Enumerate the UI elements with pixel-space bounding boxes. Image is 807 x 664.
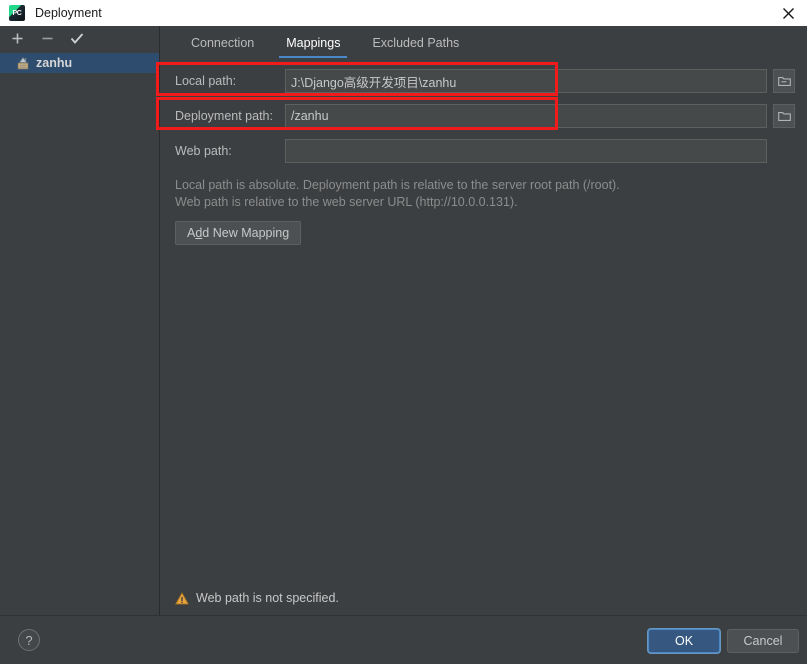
tab-mappings[interactable]: Mappings bbox=[270, 27, 356, 58]
set-default-server-button[interactable] bbox=[69, 30, 85, 46]
warning-triangle-icon bbox=[175, 591, 189, 604]
deployment-path-input[interactable]: /zanhu bbox=[285, 104, 767, 128]
pycharm-icon-text: PC bbox=[12, 9, 22, 17]
add-mapping-mnemonic: d bbox=[195, 226, 203, 240]
close-button[interactable] bbox=[770, 0, 807, 26]
folder-icon bbox=[777, 111, 791, 121]
sidebar-toolbar bbox=[0, 26, 159, 50]
server-list: zanhu bbox=[0, 50, 159, 73]
deployment-path-row: Deployment path: /zanhu bbox=[175, 103, 795, 129]
help-button[interactable]: ? bbox=[18, 629, 40, 651]
add-mapping-prefix: A bbox=[187, 226, 196, 240]
pycharm-icon: PC bbox=[9, 5, 25, 21]
local-path-input[interactable]: J:\Django高级开发项目\zanhu bbox=[285, 69, 767, 93]
validation-warning-text: Web path is not specified. bbox=[196, 591, 339, 605]
deployment-dialog: PC Deployment zanhu Connection Mappings … bbox=[0, 0, 807, 664]
servers-sidebar: zanhu bbox=[0, 26, 160, 615]
add-mapping-suffix: d New Mapping bbox=[202, 226, 290, 240]
minus-icon bbox=[42, 37, 52, 39]
check-icon bbox=[70, 32, 84, 44]
ok-button[interactable]: OK bbox=[648, 629, 720, 653]
local-path-label: Local path: bbox=[175, 74, 237, 88]
plus-icon bbox=[12, 33, 22, 43]
deployment-path-label: Deployment path: bbox=[175, 109, 273, 123]
tab-bar: Connection Mappings Excluded Paths bbox=[161, 26, 807, 58]
remove-server-button[interactable] bbox=[39, 30, 55, 46]
mappings-form: Local path: J:\Django高级开发项目\zanhu Deploy… bbox=[161, 58, 807, 164]
window-title: Deployment bbox=[35, 6, 102, 20]
add-new-mapping-button[interactable]: Add New Mapping bbox=[175, 221, 302, 245]
help-line-2: Web path is relative to the web server U… bbox=[175, 195, 518, 209]
add-mapping-container: Add New Mapping bbox=[161, 211, 807, 245]
web-path-label: Web path: bbox=[175, 144, 232, 158]
folder-icon bbox=[777, 76, 791, 86]
add-server-button[interactable] bbox=[9, 30, 25, 46]
tab-excluded-paths[interactable]: Excluded Paths bbox=[356, 27, 475, 58]
remote-host-icon bbox=[17, 56, 29, 70]
web-path-input[interactable] bbox=[285, 139, 767, 163]
validation-warning: Web path is not specified. bbox=[175, 591, 339, 605]
help-line-1: Local path is absolute. Deployment path … bbox=[175, 178, 620, 192]
sidebar-item-label: zanhu bbox=[36, 56, 73, 70]
tab-connection[interactable]: Connection bbox=[175, 27, 270, 58]
deployment-path-browse-button[interactable] bbox=[773, 104, 795, 128]
cancel-button[interactable]: Cancel bbox=[727, 629, 799, 653]
title-bar: PC Deployment bbox=[0, 0, 807, 26]
local-path-row: Local path: J:\Django高级开发项目\zanhu bbox=[175, 68, 795, 94]
dialog-footer: ? OK Cancel bbox=[0, 615, 807, 664]
web-path-row: Web path: bbox=[175, 138, 795, 164]
mappings-panel: Connection Mappings Excluded Paths Local… bbox=[161, 26, 807, 615]
close-icon bbox=[783, 7, 794, 19]
local-path-browse-button[interactable] bbox=[773, 69, 795, 93]
mappings-help-text: Local path is absolute. Deployment path … bbox=[161, 173, 807, 211]
sidebar-item-zanhu[interactable]: zanhu bbox=[0, 53, 159, 73]
